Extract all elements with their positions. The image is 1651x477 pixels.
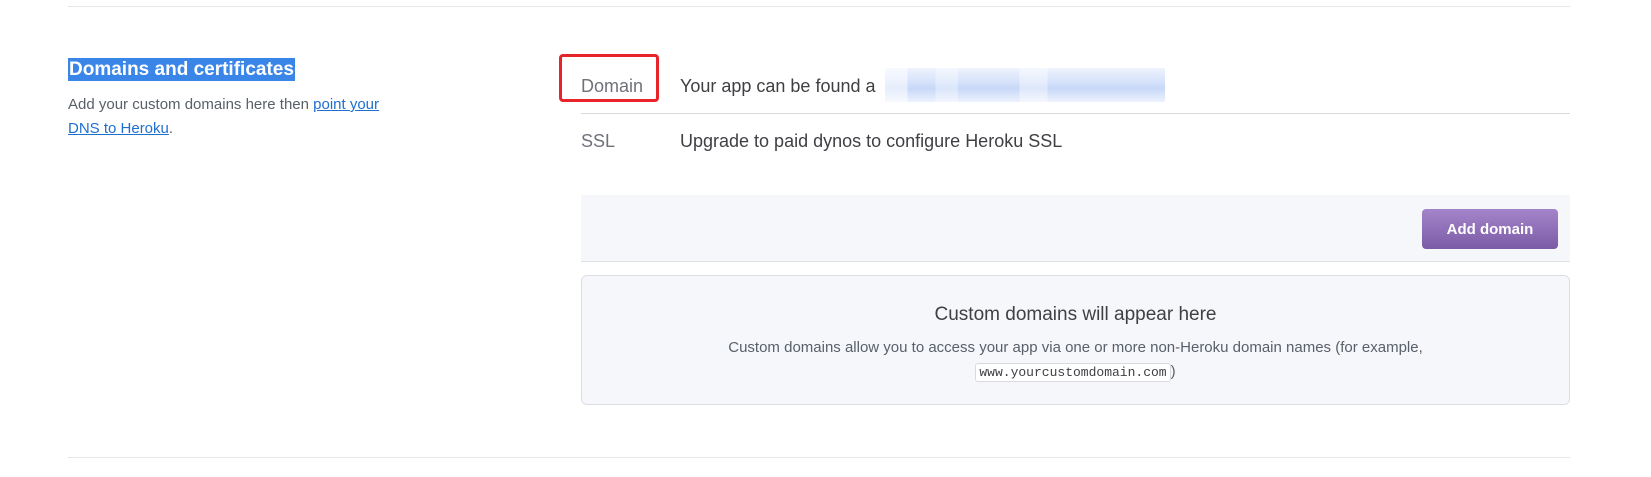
custom-domains-empty-state: Custom domains will appear here Custom d… bbox=[581, 275, 1570, 405]
domain-value: Your app can be found a bbox=[680, 76, 876, 96]
ssl-row: SSL Upgrade to paid dynos to configure H… bbox=[581, 129, 1570, 159]
empty-state-closing: ) bbox=[1170, 363, 1176, 380]
add-domain-button[interactable]: Add domain bbox=[1422, 209, 1558, 249]
domain-label-highlight bbox=[559, 54, 659, 102]
domains-panel: Domain Your app can be found a SSL Upgra… bbox=[581, 0, 1570, 477]
empty-state-title: Custom domains will appear here bbox=[934, 304, 1217, 325]
example-domain-code: www.yourcustomdomain.com bbox=[975, 363, 1171, 382]
empty-state-description: Custom domains allow you to access your … bbox=[676, 336, 1476, 385]
section-title: Domains and certificates bbox=[68, 58, 295, 81]
domain-row: Domain Your app can be found a bbox=[581, 68, 1570, 114]
empty-state-text: Custom domains allow you to access your … bbox=[728, 339, 1423, 356]
ssl-value: Upgrade to paid dynos to configure Herok… bbox=[680, 131, 1063, 151]
redacted-app-url bbox=[885, 68, 1165, 102]
domain-actions-bar: Add domain bbox=[581, 195, 1570, 262]
ssl-label: SSL bbox=[581, 131, 616, 151]
description-text: Add your custom domains here then bbox=[68, 96, 314, 113]
description-suffix: . bbox=[168, 120, 174, 137]
section-intro: Domains and certificates Add your custom… bbox=[68, 58, 408, 141]
section-description: Add your custom domains here then point … bbox=[68, 93, 408, 141]
bottom-divider bbox=[68, 457, 1570, 458]
